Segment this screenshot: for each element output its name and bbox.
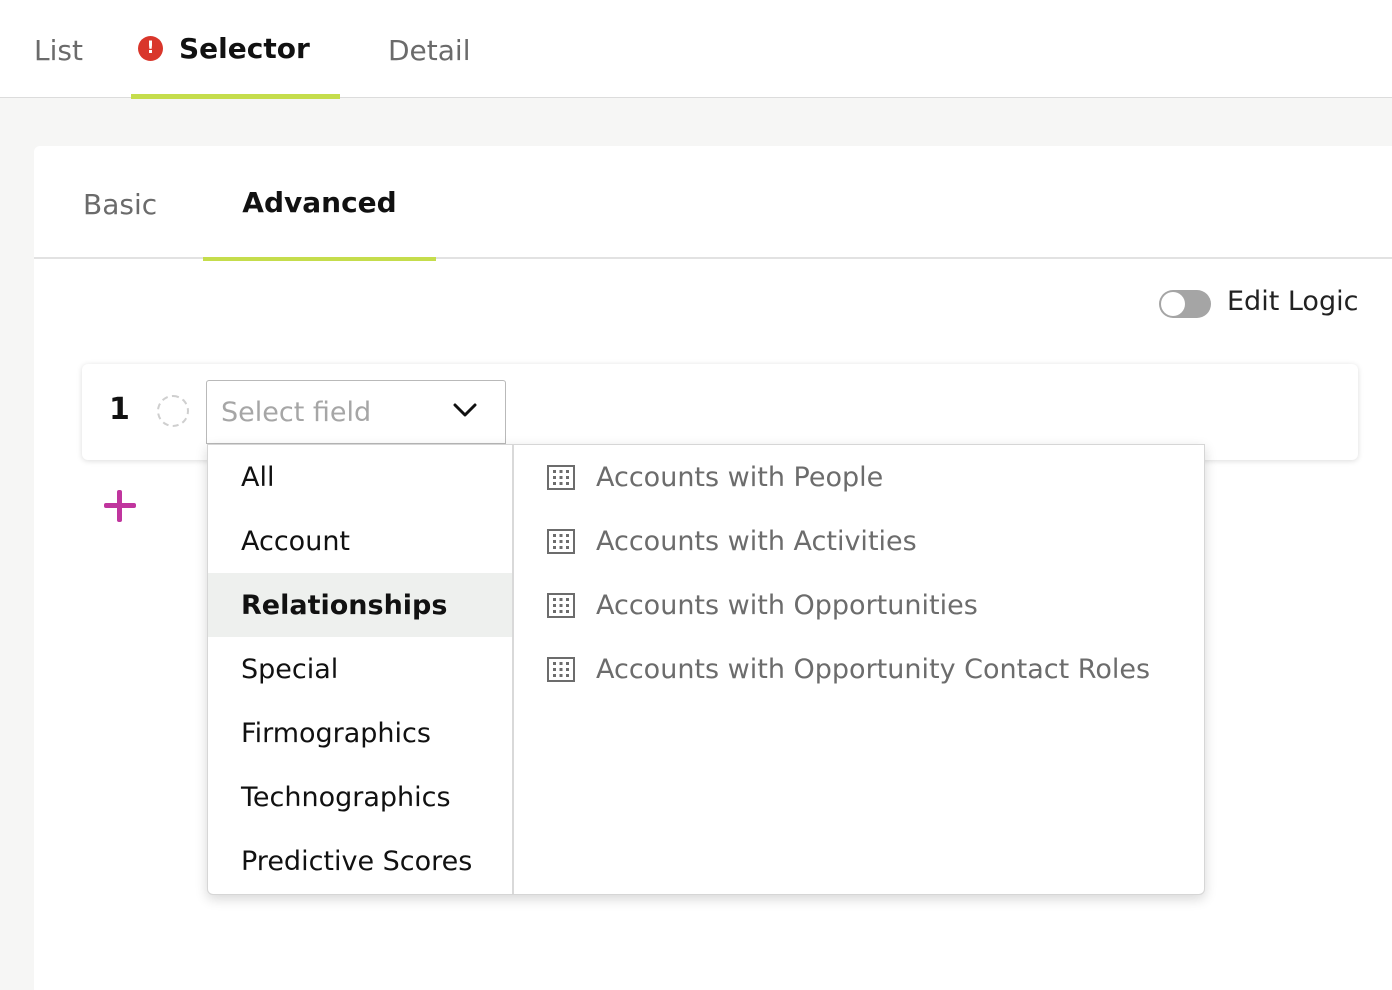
tab-basic[interactable]: Basic (83, 146, 157, 259)
option-label: Accounts with Opportunities (596, 589, 978, 621)
option-accounts-with-opportunities[interactable]: Accounts with Opportunities (514, 573, 1204, 637)
tab-detail[interactable]: Detail (388, 0, 470, 98)
building-icon (547, 529, 575, 554)
category-item-technographics[interactable]: Technographics (208, 765, 512, 829)
select-field-placeholder: Select field (221, 396, 372, 428)
tab-list-label: List (34, 33, 83, 67)
sub-tab-bar: Basic Advanced (34, 146, 1392, 261)
rule-status-icon (157, 395, 189, 427)
category-item-relationships[interactable]: Relationships (208, 573, 512, 637)
select-field-dropdown[interactable]: Select field (206, 380, 506, 444)
option-label: Accounts with Opportunity Contact Roles (596, 653, 1151, 685)
rule-number: 1 (109, 392, 130, 427)
category-item-firmographics[interactable]: Firmographics (208, 701, 512, 765)
building-icon (547, 465, 575, 490)
tab-advanced[interactable]: Advanced (203, 146, 436, 261)
category-item-predictive-scores[interactable]: Predictive Scores (208, 829, 512, 893)
option-accounts-with-activities[interactable]: Accounts with Activities (514, 509, 1204, 573)
field-dropdown-menu: All Account Relationships Special Firmog… (207, 444, 1205, 895)
option-accounts-with-opportunity-contact-roles[interactable]: Accounts with Opportunity Contact Roles (514, 637, 1204, 701)
tab-advanced-label: Advanced (242, 186, 397, 219)
error-alert-icon: ! (138, 35, 163, 61)
edit-logic-toggle[interactable] (1159, 290, 1211, 318)
tab-list[interactable]: List (34, 0, 83, 98)
option-label: Accounts with People (596, 461, 884, 493)
option-list: Accounts with People Accounts with Activ… (514, 445, 1204, 894)
category-item-all[interactable]: All (208, 445, 512, 509)
tab-detail-label: Detail (388, 33, 471, 67)
option-accounts-with-people[interactable]: Accounts with People (514, 445, 1204, 509)
edit-logic-label: Edit Logic (1227, 286, 1359, 317)
category-list: All Account Relationships Special Firmog… (208, 445, 514, 894)
tab-selector[interactable]: ! Selector (131, 0, 340, 99)
tab-selector-label: Selector (179, 31, 310, 65)
building-icon (547, 593, 575, 618)
top-tab-bar: List ! Selector Detail (0, 0, 1392, 99)
tab-basic-label: Basic (83, 188, 158, 221)
category-item-account[interactable]: Account (208, 509, 512, 573)
category-item-special[interactable]: Special (208, 637, 512, 701)
option-label: Accounts with Activities (596, 525, 917, 557)
add-rule-button[interactable] (104, 490, 136, 522)
building-icon (547, 657, 575, 682)
toggle-knob (1161, 292, 1185, 316)
chevron-down-icon (453, 403, 477, 417)
